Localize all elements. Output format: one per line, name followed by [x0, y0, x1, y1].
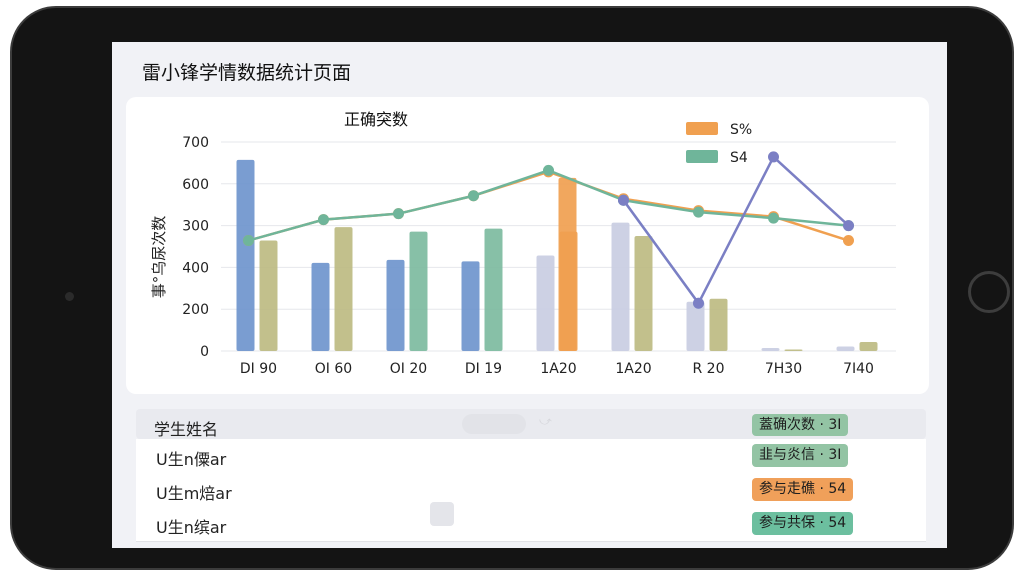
legend-swatch — [686, 122, 718, 135]
student-name: U生n僳ar — [156, 450, 227, 469]
bar — [409, 231, 428, 351]
x-tick-label: DI 90 — [240, 361, 277, 377]
y-tick-label: 200 — [182, 302, 209, 318]
bar-line-chart: 正确突数 事°乌尿次数 0 200 400 300 600 700 DI 90 OI 60 OI… — [150, 110, 896, 377]
bar — [461, 261, 480, 351]
bar — [311, 262, 330, 351]
screen: 雷小锋学情数据统计页面 正确突数 事°乌尿次数 0 200 400 300 600 700… — [112, 42, 947, 548]
line-point — [318, 214, 329, 226]
y-tick-label: 400 — [182, 260, 209, 276]
student-name: U生m焙ar — [156, 484, 232, 503]
legend-label: S4 — [730, 150, 748, 166]
home-button[interactable] — [968, 271, 1010, 313]
line-point — [843, 220, 854, 232]
table-row[interactable]: U生m焙ar 参与走礁 · 54 — [136, 473, 926, 508]
bar — [836, 346, 855, 351]
bar — [559, 231, 578, 351]
x-tick-label: 1A20 — [615, 361, 651, 377]
y-tick-label: 300 — [182, 219, 209, 235]
student-name: U生n缤ar — [156, 518, 227, 537]
line-point — [843, 235, 854, 247]
chart-card: 正确突数 事°乌尿次数 0 200 400 300 600 700 DI 90 OI 60 OI… — [126, 97, 929, 394]
line-point — [468, 190, 479, 202]
bar — [634, 236, 653, 351]
status-badge: 参与共保 · 54 — [752, 512, 854, 535]
bar — [784, 349, 803, 351]
bar — [484, 228, 503, 351]
share-icon: ⤻ — [539, 414, 552, 428]
column-header-student-name: 学生姓名 — [154, 420, 219, 439]
front-camera — [65, 292, 74, 301]
line-point — [393, 208, 404, 220]
bar — [611, 222, 630, 351]
page-title: 雷小锋学情数据统计页面 — [142, 62, 352, 84]
bar — [536, 255, 555, 351]
bar — [686, 301, 705, 351]
line-point — [543, 164, 554, 176]
bar — [859, 342, 878, 351]
x-tick-label: DI 19 — [465, 361, 502, 377]
bar — [386, 259, 405, 351]
x-tick-label: R 20 — [693, 361, 725, 377]
bar — [259, 240, 278, 351]
x-tick-label: 7I40 — [843, 361, 874, 377]
line-point — [243, 235, 254, 247]
bar — [709, 298, 728, 351]
legend-label: S% — [730, 122, 752, 138]
bar — [334, 227, 353, 351]
x-tick-label: 7H30 — [765, 361, 802, 377]
x-tick-label: OI 20 — [390, 361, 427, 377]
legend-swatch — [686, 150, 718, 163]
y-tick-label: 0 — [200, 344, 209, 360]
line-point — [618, 194, 629, 206]
line-point — [768, 151, 779, 163]
column-header-badge: 蓋确次数 · 3I — [752, 414, 849, 436]
tablet-frame: 雷小锋学情数据统计页面 正确突数 事°乌尿次数 0 200 400 300 600 700… — [10, 6, 1014, 570]
chart-title: 正确突数 — [344, 110, 408, 129]
status-badge: 参与走礁 · 54 — [752, 478, 854, 501]
line-point — [693, 206, 704, 218]
bar — [236, 159, 255, 351]
bar — [761, 348, 780, 351]
x-tick-label: OI 60 — [315, 361, 352, 377]
y-tick-label: 700 — [182, 135, 209, 151]
line-point — [693, 297, 704, 309]
y-tick-label: 600 — [182, 177, 209, 193]
blurred-button — [462, 414, 526, 434]
blurred-icon — [430, 502, 454, 526]
status-badge: 韭与炎信 · 3I — [752, 444, 849, 467]
line-point — [768, 212, 779, 224]
x-tick-label: 1A20 — [540, 361, 576, 377]
table-row[interactable]: U生n僳ar 韭与炎信 · 3I — [136, 439, 926, 474]
table-row[interactable]: U生n缤ar 参与共保 · 54 — [136, 507, 926, 542]
chart-y-axis-label: 事°乌尿次数 — [150, 216, 168, 299]
